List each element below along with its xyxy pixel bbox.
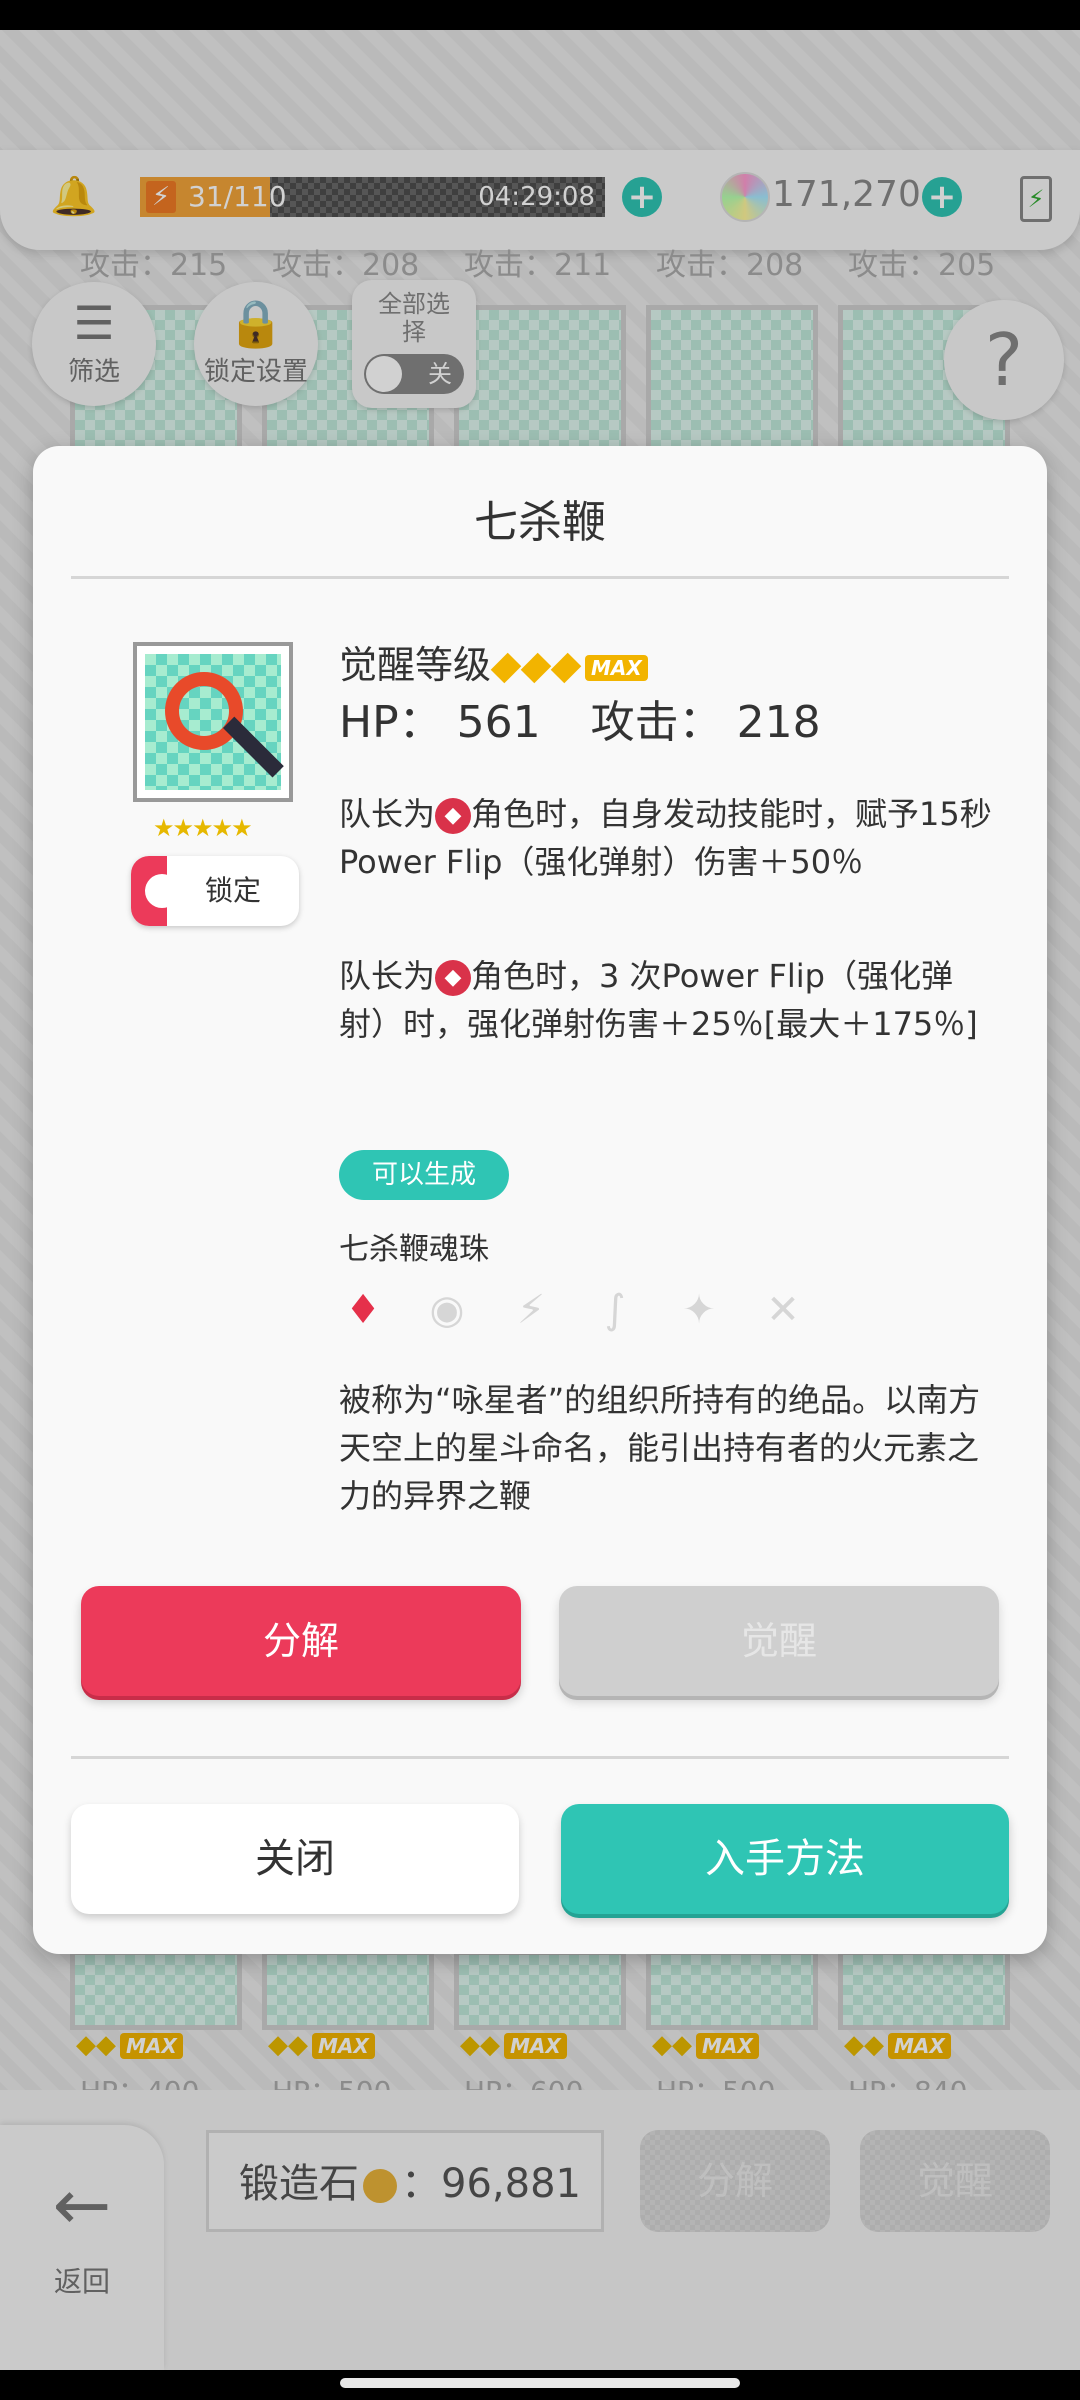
lock-toggle-indicator [131,856,179,926]
fire-element-icon: ◆ [435,798,472,834]
item-stats: HP： 561 攻击： 218 [339,686,821,750]
how-to-obtain-button[interactable]: 入手方法 [561,1804,1009,1914]
max-badge: MAX [585,654,648,681]
button-divider [71,1756,1009,1759]
rarity-stars: ★★★★★ [153,814,253,842]
title-divider [71,576,1009,579]
awaken-label: 觉醒等级 [339,643,492,687]
atk-label: 攻击： [590,697,723,748]
system-status-bar [0,0,1080,30]
gem-icon [520,652,552,683]
awaken-button[interactable]: 觉醒 [559,1586,999,1696]
lock-label: 锁定 [204,874,261,907]
lightning-element-icon: ⚡ [516,1287,546,1333]
wind-element-icon: ∫ [604,1287,626,1333]
awaken-level: 觉醒等级 MAX [339,634,648,689]
fire-element-icon: ♦ [345,1287,381,1333]
dark-element-icon: ✕ [766,1287,800,1333]
atk-value: 218 [736,697,821,748]
fire-element-icon: ◆ [435,960,472,996]
soul-orb-label: 七杀鞭魂珠 [339,1232,489,1267]
item-detail-dialog: 七杀鞭 ★★★★★ 锁定 觉醒等级 MAX HP： 561 攻击： 218 队长为… [33,446,1047,1954]
water-element-icon: ◉ [429,1287,465,1333]
lock-toggle-button[interactable]: 锁定 [131,856,299,926]
decompose-button[interactable]: 分解 [81,1586,521,1696]
whip-icon [145,654,284,790]
desc-prefix: 队长为 [339,795,436,833]
whip-coil [165,672,243,750]
gem-icon [550,652,582,683]
hp-value: 561 [456,697,541,748]
whip-handle [223,716,284,778]
dialog-title: 七杀鞭 [474,497,606,548]
craftable-badge: 可以生成 [339,1150,509,1200]
skill-description-1: 队长为 ◆ 角色时，自身发动技能时，赋予15秒Power Flip（强化弹射）伤害＋… [339,790,999,886]
desc-prefix: 队长为 [339,957,436,995]
close-button[interactable]: 关闭 [71,1804,519,1914]
flavor-text: 被称为“咏星者”的组织所持有的绝品。以南方天空上的星斗命名，能引出持有者的火元素… [339,1381,981,1515]
gem-icon [490,652,522,683]
home-indicator[interactable] [340,2378,740,2388]
skill-description-2: 队长为 ◆ 角色时，3 次Power Flip（强化弹射）时，强化弹射伤害＋25％[… [339,952,999,1048]
item-portrait [133,642,293,802]
light-element-icon: ✦ [682,1287,716,1333]
hp-label: HP： [339,697,443,748]
